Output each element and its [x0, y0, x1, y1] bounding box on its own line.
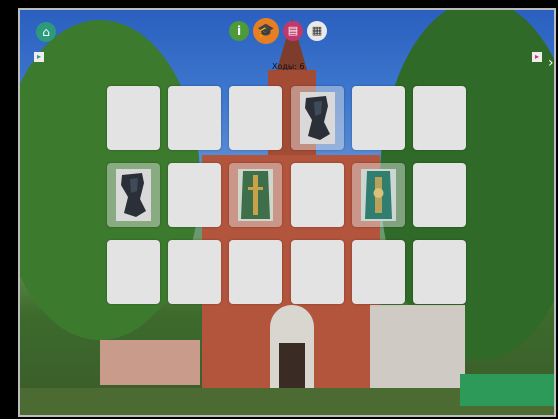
memory-card-hidden[interactable]	[412, 240, 466, 304]
memory-card-hidden[interactable]	[412, 163, 466, 227]
exit-left-icon[interactable]: ▸	[34, 52, 44, 62]
card-image-teal-robe	[361, 169, 396, 221]
moves-counter: Ходы: 6	[272, 62, 305, 71]
info-icon[interactable]: i	[229, 21, 249, 41]
memory-card-hidden[interactable]	[229, 240, 283, 304]
memory-card-hidden[interactable]	[412, 86, 466, 150]
toolbar: i 🎓 ▤ ▦	[229, 16, 327, 46]
exit-right-icon[interactable]: ▸	[532, 52, 542, 62]
graduation-cap-icon[interactable]: 🎓	[253, 18, 279, 44]
card-image-green-robe	[238, 169, 273, 221]
memory-card-open[interactable]	[290, 86, 344, 150]
memory-card-open[interactable]	[351, 163, 405, 227]
memory-card-hidden[interactable]	[290, 163, 344, 227]
card-image-dark-vestment	[116, 169, 151, 221]
chevron-right-icon[interactable]: ›	[548, 56, 554, 70]
background-fence	[460, 374, 554, 406]
home-icon[interactable]: ⌂	[36, 22, 56, 42]
memory-card-hidden[interactable]	[168, 240, 222, 304]
calendar-icon[interactable]: ▦	[307, 21, 327, 41]
book-icon[interactable]: ▤	[283, 21, 303, 41]
memory-card-hidden[interactable]	[168, 163, 222, 227]
memory-card-open[interactable]	[107, 163, 160, 227]
memory-card-hidden[interactable]	[107, 86, 160, 150]
background-wall	[100, 340, 200, 385]
memory-card-hidden[interactable]	[107, 240, 160, 304]
card-image-dark-vestment	[300, 92, 335, 144]
memory-card-open[interactable]	[229, 163, 283, 227]
memory-card-hidden[interactable]	[168, 86, 222, 150]
memory-card-hidden[interactable]	[351, 240, 405, 304]
memory-card-hidden[interactable]	[229, 86, 283, 150]
memory-card-hidden[interactable]	[290, 240, 344, 304]
memory-card-grid	[107, 86, 466, 304]
memory-card-hidden[interactable]	[351, 86, 405, 150]
